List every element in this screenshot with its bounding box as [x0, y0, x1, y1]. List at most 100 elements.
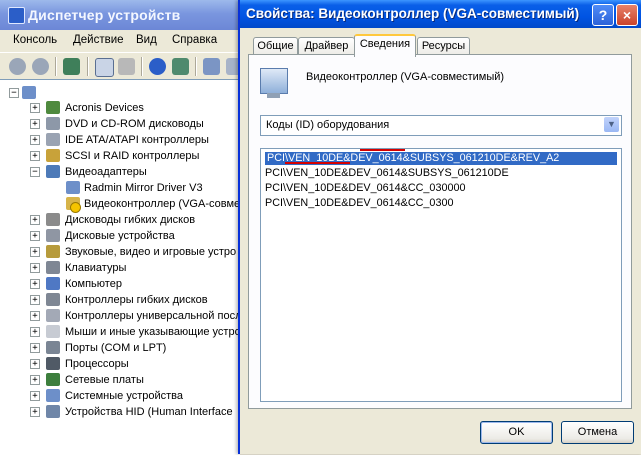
- tree-item-label: Видеоадаптеры: [65, 166, 147, 178]
- update-driver-icon[interactable]: [172, 58, 189, 75]
- tree-item[interactable]: + IDE ATA/ATAPI контроллеры: [0, 132, 240, 148]
- toolbar-separator: [87, 57, 89, 76]
- device-category-icon: [46, 213, 60, 226]
- expander-root[interactable]: −: [9, 88, 19, 98]
- properties-icon[interactable]: [95, 58, 114, 77]
- expand-icon[interactable]: +: [30, 151, 40, 161]
- tree-item-label: DVD и CD-ROM дисководы: [65, 118, 204, 130]
- menu-action[interactable]: Действие: [73, 34, 124, 46]
- expand-icon[interactable]: +: [30, 295, 40, 305]
- tree-item[interactable]: + DVD и CD-ROM дисководы: [0, 116, 240, 132]
- tree-item-label: Системные устройства: [65, 390, 184, 402]
- expand-icon[interactable]: +: [30, 343, 40, 353]
- forward-icon[interactable]: [32, 58, 49, 75]
- tree-item[interactable]: + Устройства HID (Human Interface: [0, 404, 240, 420]
- tree-item[interactable]: + Дисководы гибких дисков: [0, 212, 240, 228]
- tree-item[interactable]: + Acronis Devices: [0, 100, 240, 116]
- tree-item-label: Порты (COM и LPT): [65, 342, 167, 354]
- device-category-icon: [46, 245, 60, 258]
- tree-item[interactable]: Radmin Mirror Driver V3: [0, 180, 240, 196]
- tree-item-label: Устройства HID (Human Interface: [65, 406, 233, 418]
- scan-hardware-icon[interactable]: [203, 58, 220, 75]
- device-category-icon: [46, 293, 60, 306]
- expand-icon[interactable]: +: [30, 375, 40, 385]
- tree-item[interactable]: + Процессоры: [0, 356, 240, 372]
- device-category-icon: [46, 373, 60, 386]
- expand-icon[interactable]: +: [30, 119, 40, 129]
- device-category-icon: [46, 149, 60, 162]
- tree-item-label: Дисковые устройства: [65, 230, 175, 242]
- device-category-icon: [46, 101, 60, 114]
- expand-icon[interactable]: +: [30, 391, 40, 401]
- menu-help[interactable]: Справка: [172, 34, 217, 46]
- tree-item[interactable]: − Видеоадаптеры: [0, 164, 240, 180]
- tree-item[interactable]: + Мыши и иные указывающие устро: [0, 324, 240, 340]
- device-category-icon: [46, 389, 60, 402]
- device-category-icon: [46, 117, 60, 130]
- tree-item[interactable]: + Компьютер: [0, 276, 240, 292]
- tree-view-icon[interactable]: [63, 58, 80, 75]
- device-category-icon: [46, 229, 60, 242]
- expand-icon[interactable]: +: [30, 359, 40, 369]
- menu-console[interactable]: Консоль: [13, 34, 57, 46]
- help-icon[interactable]: [149, 58, 166, 75]
- tree-item-label: Процессоры: [65, 358, 129, 370]
- menu-view[interactable]: Вид: [136, 34, 157, 46]
- toolbar-separator: [141, 57, 143, 76]
- tree-item-label: Компьютер: [65, 278, 122, 290]
- device-category-icon: [46, 357, 60, 370]
- tree-item[interactable]: + SCSI и RAID контроллеры: [0, 148, 240, 164]
- expand-icon[interactable]: +: [30, 215, 40, 225]
- tree-item[interactable]: + Сетевые платы: [0, 372, 240, 388]
- device-category-icon: [46, 277, 60, 290]
- expand-icon[interactable]: +: [30, 311, 40, 321]
- tree-item[interactable]: + Клавиатуры: [0, 260, 240, 276]
- tree-item[interactable]: Видеоконтроллер (VGA-совмес: [0, 196, 240, 213]
- expand-icon[interactable]: +: [30, 247, 40, 257]
- expand-icon[interactable]: +: [30, 135, 40, 145]
- device-category-icon: [46, 165, 60, 178]
- tree-item-label: IDE ATA/ATAPI контроллеры: [65, 134, 209, 146]
- collapse-icon[interactable]: −: [30, 167, 40, 177]
- toolbar-separator: [195, 57, 197, 76]
- cancel-button[interactable]: Отмена: [561, 421, 634, 444]
- annotation-overlay: [285, 149, 550, 437]
- device-category-icon: [46, 325, 60, 338]
- tree-item-label: Видеоконтроллер (VGA-совмес: [84, 198, 240, 210]
- tree-item[interactable]: + Системные устройства: [0, 388, 240, 404]
- print-icon[interactable]: [118, 58, 135, 75]
- tree-item-label: SCSI и RAID контроллеры: [65, 150, 200, 162]
- expand-icon[interactable]: +: [30, 407, 40, 417]
- tab-details[interactable]: Сведения: [354, 34, 416, 57]
- properties-dialog: Свойства: Видеоконтроллер (VGA-совместим…: [238, 0, 641, 454]
- expand-icon[interactable]: +: [30, 103, 40, 113]
- tree-item-label: Клавиатуры: [65, 262, 127, 274]
- tree-item-label: Контроллеры гибких дисков: [65, 294, 208, 306]
- computer-icon: [22, 86, 36, 99]
- tree-item[interactable]: + Контроллеры универсальной посл: [0, 308, 240, 324]
- tree-item[interactable]: + Дисковые устройства: [0, 228, 240, 244]
- ok-button[interactable]: OK: [480, 421, 553, 444]
- device-category-icon: [46, 405, 60, 418]
- back-icon[interactable]: [9, 58, 26, 75]
- expand-icon[interactable]: +: [30, 231, 40, 241]
- tree-item[interactable]: + Контроллеры гибких дисков: [0, 292, 240, 308]
- expand-icon[interactable]: +: [30, 327, 40, 337]
- tree-item-label: Сетевые платы: [65, 374, 144, 386]
- tree-item-label: Контроллеры универсальной посл: [65, 310, 240, 322]
- device-category-icon: [66, 181, 80, 194]
- device-category-icon: [46, 341, 60, 354]
- tree-item-label: Звуковые, видео и игровые устро: [65, 246, 237, 258]
- device-manager-icon: [8, 7, 25, 24]
- tree-item[interactable]: + Звуковые, видео и игровые устро: [0, 244, 240, 260]
- expand-icon[interactable]: +: [30, 263, 40, 273]
- expand-icon[interactable]: +: [30, 279, 40, 289]
- tree-item[interactable]: + Порты (COM и LPT): [0, 340, 240, 356]
- device-category-icon: [46, 133, 60, 146]
- toolbar-separator: [55, 57, 57, 76]
- tree-item-label: Мыши и иные указывающие устро: [65, 326, 240, 338]
- device-tree[interactable]: − + Acronis Devices + DVD и CD-ROM дисковод…: [0, 79, 240, 455]
- tree-item-label: Дисководы гибких дисков: [65, 214, 196, 226]
- device-category-icon: [46, 261, 60, 274]
- device-category-icon: [46, 309, 60, 322]
